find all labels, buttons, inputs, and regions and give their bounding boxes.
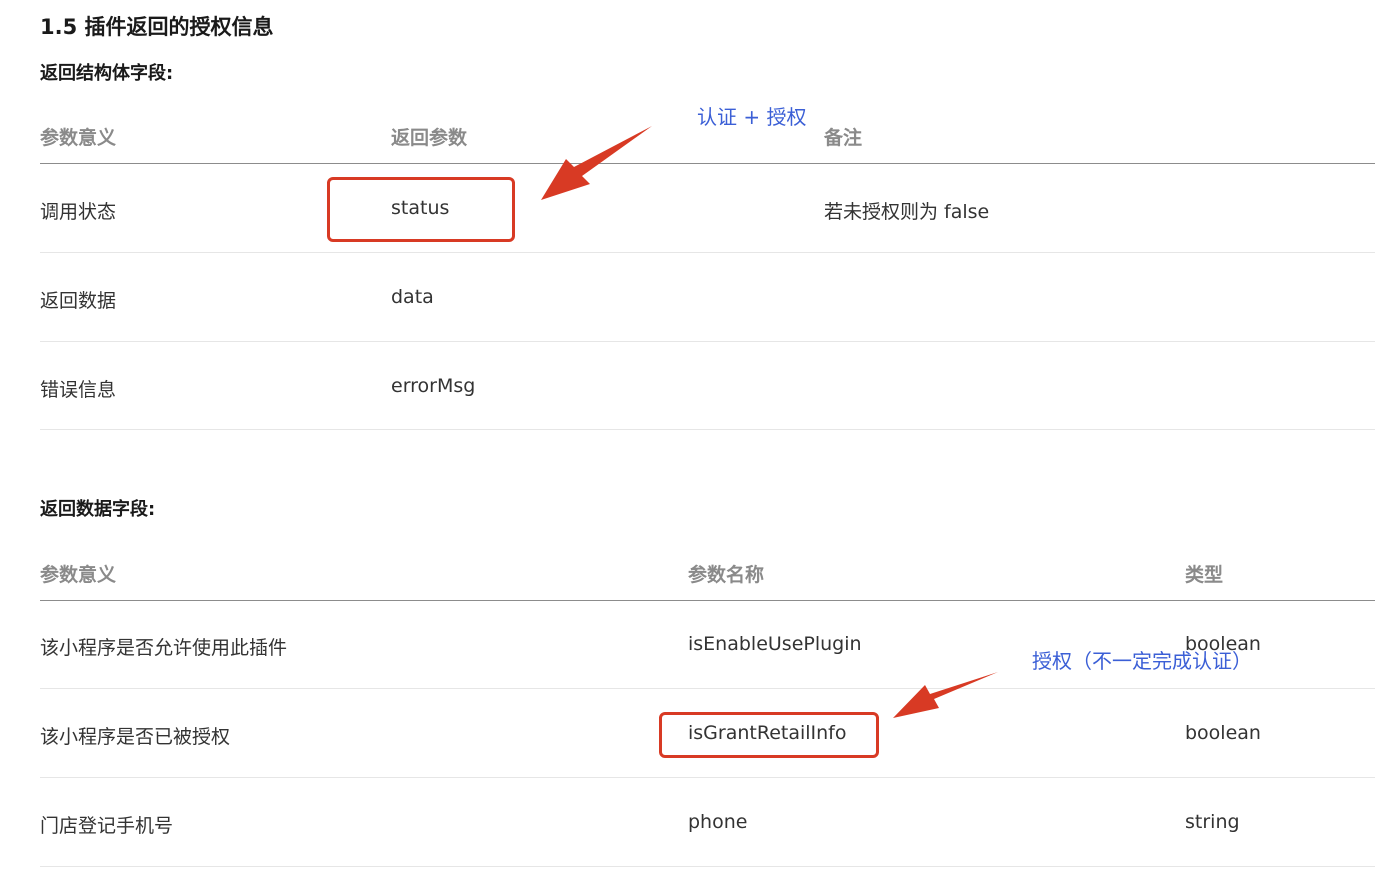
row-type: string <box>1185 811 1240 833</box>
status-annotation: 认证 + 授权 <box>697 105 807 129</box>
row-meaning: 错误信息 <box>40 379 117 401</box>
row-param: errorMsg <box>391 375 476 397</box>
column-header-type: 类型 <box>1185 564 1224 586</box>
column-header-param-name: 参数名称 <box>688 564 765 586</box>
row-meaning: 调用状态 <box>40 201 117 223</box>
row-param: phone <box>688 811 748 833</box>
row-meaning: 该小程序是否允许使用此插件 <box>40 637 288 659</box>
grant-highlight-box <box>659 712 879 758</box>
table-header-divider <box>40 600 1375 601</box>
return-struct-heading: 返回结构体字段: <box>40 63 174 84</box>
arrow-icon <box>893 672 998 718</box>
column-header-meaning: 参数意义 <box>40 564 117 586</box>
row-meaning: 返回数据 <box>40 290 117 312</box>
row-divider <box>40 341 1375 342</box>
row-divider <box>40 429 1375 430</box>
row-meaning: 门店登记手机号 <box>40 815 174 837</box>
status-highlight-box <box>327 177 515 242</box>
row-param: isEnableUsePlugin <box>688 633 862 655</box>
column-header-return-param: 返回参数 <box>391 127 468 149</box>
row-type: boolean <box>1185 722 1261 744</box>
row-divider <box>40 688 1375 689</box>
section-title: 1.5 插件返回的授权信息 <box>40 15 274 39</box>
row-meaning: 该小程序是否已被授权 <box>40 726 231 748</box>
row-divider <box>40 866 1375 867</box>
row-param: data <box>391 286 434 308</box>
row-note: 若未授权则为 false <box>824 201 990 223</box>
row-divider <box>40 777 1375 778</box>
grant-annotation: 授权（不一定完成认证） <box>1032 649 1252 673</box>
return-data-heading: 返回数据字段: <box>40 499 156 520</box>
column-header-note: 备注 <box>824 127 863 149</box>
column-header-meaning: 参数意义 <box>40 127 117 149</box>
table-header-divider <box>40 163 1375 164</box>
row-divider <box>40 252 1375 253</box>
